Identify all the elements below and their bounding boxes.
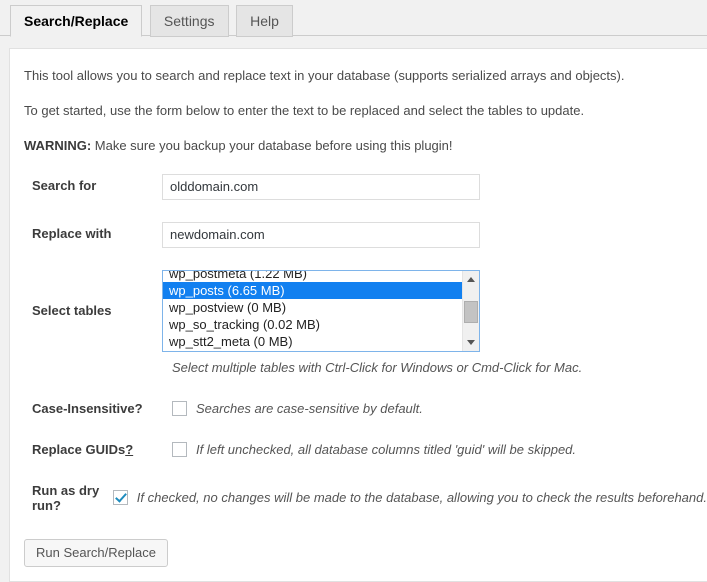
select-tables-hint: Select multiple tables with Ctrl-Click f… <box>172 359 583 375</box>
search-for-input[interactable] <box>162 173 480 200</box>
search-replace-form: Search for Replace with Select tables wp… <box>10 173 707 567</box>
listbox-scrollbar[interactable] <box>462 270 479 351</box>
tab-help[interactable]: Help <box>236 5 293 37</box>
warning-label: WARNING: <box>24 138 92 154</box>
list-item[interactable]: wp_postview (0 MB) <box>163 299 462 316</box>
scrollbar-thumb[interactable] <box>464 300 478 323</box>
list-item[interactable]: wp_so_tracking (0.02 MB) <box>163 316 462 333</box>
tab-search-replace[interactable]: Search/Replace <box>10 5 143 37</box>
tab-settings[interactable]: Settings <box>149 5 229 37</box>
search-for-label: Search for <box>32 177 97 193</box>
warning-text: Make sure you backup your database befor… <box>91 138 453 154</box>
replace-guids-text: Replace GUIDs <box>32 441 126 457</box>
row-replace-with: Replace with <box>10 221 707 248</box>
row-search-for: Search for <box>10 173 707 200</box>
intro-line-2: To get started, use the form below to en… <box>24 103 585 119</box>
case-insensitive-description: Searches are case-sensitive by default. <box>196 400 423 416</box>
dry-run-description: If checked, no changes will be made to t… <box>136 490 707 506</box>
list-item[interactable]: wp_posts (6.65 MB) <box>163 281 462 299</box>
tab-bar: Search/Replace Settings Help <box>0 0 707 37</box>
select-tables-label: Select tables <box>32 303 112 319</box>
search-replace-panel: This tool allows you to search and repla… <box>9 48 707 582</box>
row-select-tables: Select tables wp_postmeta (1.22 MB) wp_p… <box>10 269 707 352</box>
replace-guids-label: Replace GUIDs? <box>10 442 162 457</box>
row-replace-guids: Replace GUIDs? If left unchecked, all da… <box>10 441 707 457</box>
run-search-replace-button[interactable]: Run Search/Replace <box>24 538 168 567</box>
dry-run-checkbox[interactable] <box>112 490 128 506</box>
replace-with-label: Replace with <box>32 225 112 241</box>
submit-area: Run Search/Replace <box>10 538 707 567</box>
scroll-up-icon[interactable] <box>463 271 479 288</box>
select-tables-listbox[interactable]: wp_postmeta (1.22 MB) wp_posts (6.65 MB)… <box>162 269 480 352</box>
replace-guids-description: If left unchecked, all database columns … <box>196 441 577 457</box>
case-insensitive-checkbox[interactable] <box>172 400 187 416</box>
intro-line-1: This tool allows you to search and repla… <box>24 68 625 83</box>
intro-text-block: This tool allows you to search and repla… <box>24 67 707 156</box>
replace-with-input[interactable] <box>162 221 480 248</box>
row-case-insensitive: Case-Insensitive? Searches are case-sens… <box>10 400 707 416</box>
backup-warning: WARNING: Make sure you backup your datab… <box>24 137 707 155</box>
list-item[interactable]: wp_postmeta (1.22 MB) <box>163 271 462 282</box>
scroll-down-icon[interactable] <box>463 334 479 351</box>
case-insensitive-label: Case-Insensitive? <box>32 400 143 416</box>
replace-guids-help-link[interactable]: ? <box>125 442 133 457</box>
dry-run-label: Run as dry run? <box>32 482 100 513</box>
replace-guids-checkbox[interactable] <box>172 441 187 457</box>
row-dry-run: Run as dry run? If checked, no changes w… <box>10 483 707 513</box>
list-item[interactable]: wp_stt2_meta (0 MB) <box>163 333 462 350</box>
